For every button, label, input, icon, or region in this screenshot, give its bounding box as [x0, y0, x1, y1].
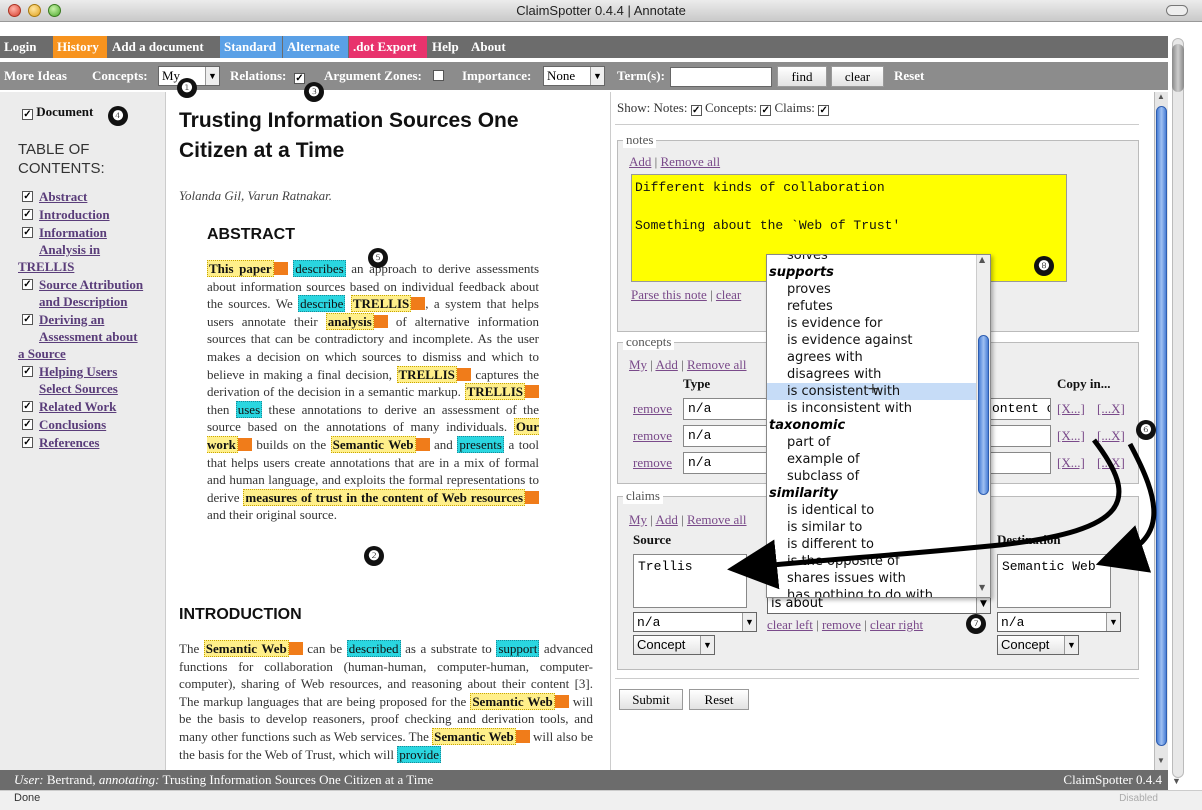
status-user-label: User:: [14, 772, 44, 787]
status-version: ClaimSpotter 0.4.4: [1063, 772, 1162, 787]
arrow-to-source: [727, 438, 1122, 590]
callout-badge-2: ❷: [364, 546, 384, 566]
callout-badge-5: ❺: [368, 248, 388, 268]
disabled-indicator: Disabled: [1119, 793, 1158, 804]
callout-badge-7: ❼: [966, 614, 986, 634]
status-annotating-label: annotating:: [98, 772, 160, 787]
browser-status-bar: Done Disabled: [0, 790, 1202, 810]
callout-badge-4: ❹: [108, 106, 128, 126]
annotation-arrows: [727, 438, 1157, 590]
callout-badge-6: ❻: [1136, 420, 1156, 440]
status-bar: User: Bertrand, annotating: Trusting Inf…: [0, 770, 1168, 790]
callout-badge-1: ❶: [177, 78, 197, 98]
callout-badge-8: ❽: [1034, 256, 1054, 276]
load-status: Done: [14, 792, 41, 804]
status-user-name: Bertrand,: [46, 772, 96, 787]
callout-badge-3: ❸: [304, 82, 324, 102]
status-doc-title: Trusting Information Sources One Citizen…: [162, 772, 434, 787]
